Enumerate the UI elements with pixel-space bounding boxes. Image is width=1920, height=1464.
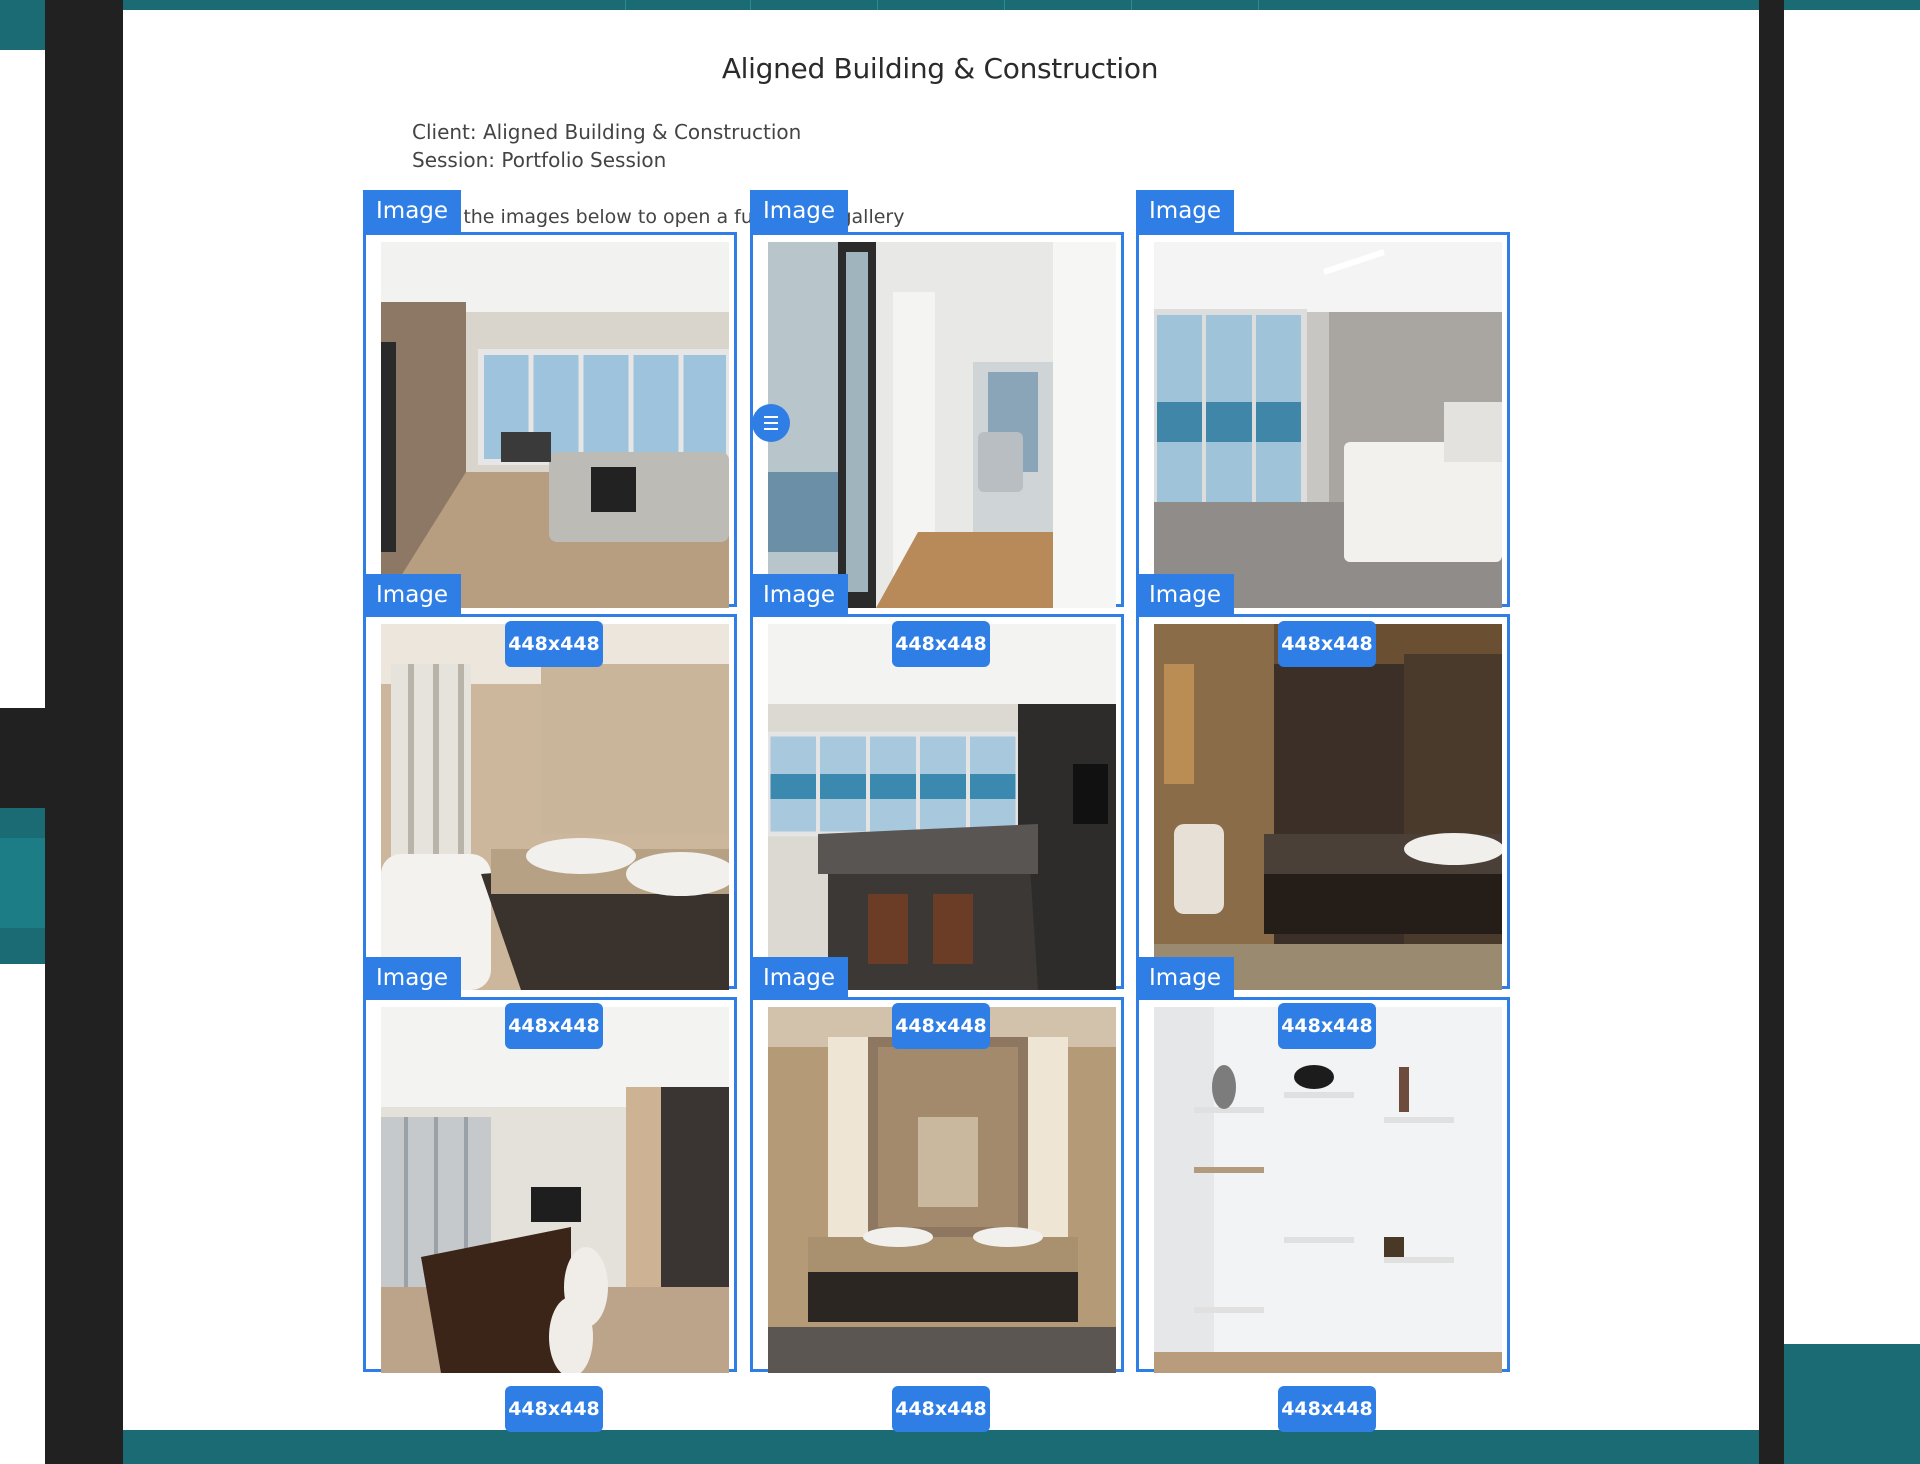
size-badge: 448x448: [505, 621, 603, 667]
left-strip: [0, 928, 45, 964]
image-tag: Image: [750, 574, 849, 617]
menu-handle-button[interactable]: [752, 404, 790, 442]
gallery-photo-hallway[interactable]: [768, 242, 1116, 608]
top-right-strip: [1784, 0, 1920, 10]
gallery-item-7[interactable]: [363, 997, 737, 1373]
image-tag: Image: [750, 190, 849, 233]
right-dark-panel: [1759, 0, 1784, 1464]
gallery-photo-bathroom-mirror[interactable]: [768, 1007, 1116, 1373]
image-tag: Image: [1136, 574, 1235, 617]
hamburger-icon: [764, 416, 778, 418]
gallery-item-1[interactable]: [363, 232, 737, 608]
gallery-photo-dining-room[interactable]: [381, 1007, 729, 1373]
gallery-photo-kitchen[interactable]: [768, 624, 1116, 990]
image-tag: Image: [363, 574, 462, 617]
left-strip: [0, 838, 45, 928]
size-badge: 448x448: [892, 1003, 990, 1049]
gallery-photo-dark-bathroom[interactable]: [1154, 624, 1502, 990]
size-badge: 448x448: [1278, 1003, 1376, 1049]
left-strip: [0, 0, 45, 50]
gallery-item-6[interactable]: [1136, 614, 1510, 990]
left-strip: [0, 708, 45, 808]
image-tag: Image: [1136, 190, 1235, 233]
size-badge: 448x448: [1278, 1386, 1376, 1432]
client-line: Client: Aligned Building & Construction: [412, 120, 802, 144]
gallery-item-5[interactable]: [750, 614, 1124, 990]
gallery-photo-living-room[interactable]: [381, 242, 729, 608]
top-bar: [123, 0, 1759, 10]
page-title: Aligned Building & Construction: [721, 52, 1159, 85]
gallery-item-8[interactable]: [750, 997, 1124, 1373]
image-tag: Image: [1136, 957, 1235, 1000]
size-badge: 448x448: [505, 1003, 603, 1049]
gallery-item-9[interactable]: [1136, 997, 1510, 1373]
right-strip: [1784, 1344, 1920, 1464]
left-dark-panel: [45, 0, 123, 1464]
size-badge: 448x448: [1278, 621, 1376, 667]
gallery-photo-bedroom[interactable]: [1154, 242, 1502, 608]
image-tag: Image: [363, 190, 462, 233]
left-strip: [0, 808, 45, 838]
session-line: Session: Portfolio Session: [412, 148, 667, 172]
image-tag: Image: [363, 957, 462, 1000]
gallery-item-4[interactable]: [363, 614, 737, 990]
bottom-bar: [123, 1430, 1759, 1464]
size-badge: 448x448: [505, 1386, 603, 1432]
gallery-photo-bathroom-vanity[interactable]: [381, 624, 729, 990]
size-badge: 448x448: [892, 621, 990, 667]
gallery-photo-display-shelving[interactable]: [1154, 1007, 1502, 1373]
image-tag: Image: [750, 957, 849, 1000]
gallery-item-2[interactable]: [750, 232, 1124, 608]
size-badge: 448x448: [892, 1386, 990, 1432]
gallery-item-3[interactable]: [1136, 232, 1510, 608]
